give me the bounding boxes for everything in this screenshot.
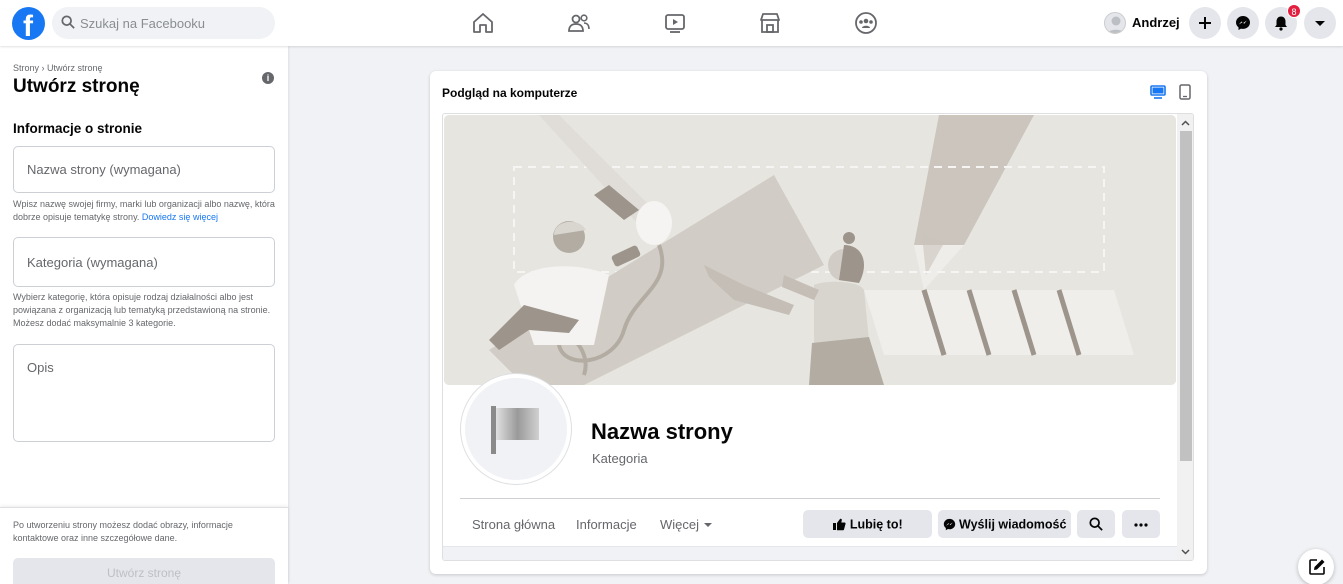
account-menu-button[interactable]: [1304, 7, 1336, 39]
section-heading: Informacje o stronie: [13, 121, 143, 136]
create-page-sidebar: Strony › Utwórz stronę Utwórz stronę i I…: [0, 46, 288, 584]
description-textarea[interactable]: [27, 360, 263, 435]
messenger-icon: [943, 518, 955, 531]
flag-icon: [491, 406, 539, 454]
scroll-up-icon[interactable]: [1180, 118, 1191, 129]
user-name: Andrzej: [1132, 15, 1180, 30]
send-message-label: Wyślij wiadomość: [959, 517, 1067, 532]
page-title: Utwórz stronę: [13, 76, 140, 97]
mobile-icon[interactable]: [1179, 84, 1191, 100]
preview-page-name: Nazwa strony: [591, 419, 733, 444]
create-button[interactable]: [1189, 7, 1221, 39]
create-page-button[interactable]: Utwórz stronę: [13, 558, 275, 584]
marketplace-icon[interactable]: [758, 11, 782, 35]
send-message-button[interactable]: Wyślij wiadomość: [938, 510, 1071, 538]
tab-about[interactable]: Informacje: [576, 517, 637, 532]
home-icon[interactable]: [471, 11, 495, 35]
like-button-label: Lubię to!: [849, 517, 903, 532]
top-navigation-bar: f Andrzej 8: [0, 0, 1343, 46]
page-name-field[interactable]: [13, 146, 275, 193]
tab-more-label: Więcej: [660, 517, 700, 532]
bottom-note: Po utworzeniu strony możesz dodać obrazy…: [13, 520, 233, 543]
info-icon[interactable]: i: [262, 72, 274, 84]
chevron-down-icon: [703, 523, 712, 527]
thumbs-up-icon: [833, 518, 846, 531]
compose-icon: [1309, 559, 1325, 575]
scroll-down-icon[interactable]: [1180, 546, 1191, 557]
search-icon: [1089, 517, 1103, 532]
like-button[interactable]: Lubię to!: [803, 510, 932, 538]
watch-icon[interactable]: [663, 11, 687, 35]
user-silhouette-icon: [1107, 16, 1125, 33]
plus-icon: [1199, 17, 1211, 29]
page-name-input[interactable]: [27, 147, 263, 192]
search-input[interactable]: [80, 7, 270, 39]
preview-page-category: Kategoria: [592, 451, 648, 466]
new-message-button[interactable]: [1298, 549, 1334, 584]
cover-illustration-art: [444, 115, 1176, 385]
description-field[interactable]: [13, 344, 275, 442]
search-icon: [61, 15, 75, 29]
category-helper: Wybierz kategorię, która opisuje rodzaj …: [13, 292, 271, 328]
more-options-button[interactable]: [1122, 510, 1160, 538]
tab-more[interactable]: Więcej: [660, 517, 713, 532]
search-box[interactable]: [52, 7, 275, 39]
preview-title: Podgląd na komputerze: [442, 86, 578, 100]
caret-down-icon: [1315, 21, 1325, 26]
messenger-button[interactable]: [1227, 7, 1259, 39]
desktop-icon[interactable]: [1150, 84, 1166, 100]
facebook-logo-letter: f: [23, 10, 33, 43]
bell-icon: [1275, 16, 1287, 31]
desktop-preview-card: Podgląd na komputerze Nazwa strony Kateg…: [430, 71, 1207, 574]
breadcrumb: Strony › Utwórz stronę: [13, 63, 103, 73]
category-input[interactable]: [27, 238, 263, 286]
cover-illustration: [444, 115, 1176, 385]
page-profile-picture: [461, 374, 571, 484]
friends-icon[interactable]: [567, 11, 591, 35]
more-dots-icon: [1134, 523, 1148, 527]
facebook-logo[interactable]: f: [12, 7, 45, 43]
groups-icon[interactable]: [854, 11, 878, 35]
messenger-icon: [1236, 16, 1250, 30]
frame-bottom-edge: [443, 546, 1177, 560]
scroll-thumb[interactable]: [1180, 131, 1192, 461]
notification-badge: 8: [1287, 4, 1301, 18]
tab-home[interactable]: Strona główna: [472, 517, 555, 532]
divider: [460, 498, 1160, 499]
learn-more-link[interactable]: Dowiedz się więcej: [142, 212, 218, 222]
bottom-action-area: Po utworzeniu strony możesz dodać obrazy…: [0, 507, 288, 584]
page-name-helper: Wpisz nazwę swojej firmy, marki lub orga…: [13, 198, 281, 224]
preview-frame: Nazwa strony Kategoria Strona główna Inf…: [442, 113, 1194, 561]
avatar: [1104, 12, 1126, 34]
page-search-button[interactable]: [1077, 510, 1115, 538]
category-field[interactable]: [13, 237, 275, 287]
